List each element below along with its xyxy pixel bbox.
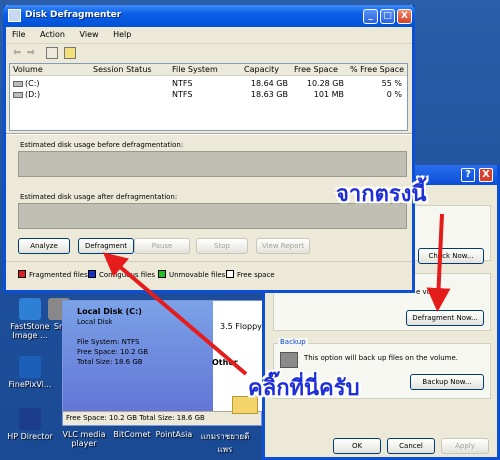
annotation-from-here: จากตรงนี้ [336, 182, 427, 207]
arrow-to-defragment-button [102, 252, 248, 376]
annotation-click-here: คลิ๊กที่นี่ครับ [248, 376, 360, 401]
arrow-to-defragment-now-button [426, 213, 451, 312]
desktop: FastStone Image ... FinePixVi... HP Dire… [0, 0, 500, 460]
